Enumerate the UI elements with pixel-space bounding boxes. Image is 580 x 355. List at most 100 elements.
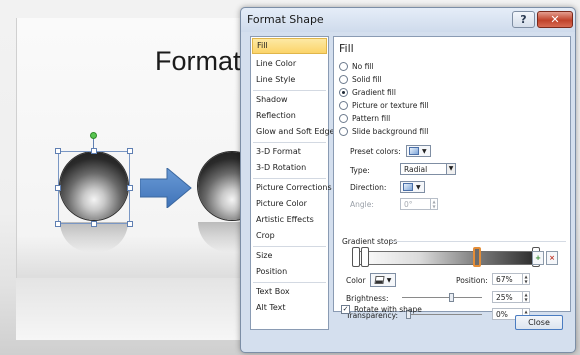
radio-button[interactable]	[339, 114, 348, 123]
radio-no-fill[interactable]: No fill	[339, 61, 373, 72]
nav-divider	[253, 142, 326, 143]
brightness-label: Brightness:	[346, 294, 389, 303]
resize-handle-bottom-right[interactable]	[127, 221, 133, 227]
nav-divider	[253, 282, 326, 283]
nav-item-picture-corrections[interactable]: Picture Corrections	[252, 180, 332, 196]
nav-divider	[253, 246, 326, 247]
radio-label: No fill	[352, 62, 374, 71]
chevron-down-icon: ▼	[422, 147, 427, 155]
resize-handle-bottom-left[interactable]	[55, 221, 61, 227]
radio-button-checked[interactable]	[339, 88, 348, 97]
brightness-value: 25%	[496, 293, 513, 302]
nav-divider	[253, 90, 326, 91]
selection-box	[58, 151, 130, 224]
radio-button[interactable]	[339, 101, 348, 110]
nav-item-artistic-effects[interactable]: Artistic Effects	[252, 212, 327, 228]
color-label: Color	[346, 276, 366, 285]
radio-label: Pattern fill	[352, 114, 391, 123]
type-select[interactable]: Radial ▼	[400, 163, 456, 175]
resize-handle-left[interactable]	[55, 185, 61, 191]
dialog-titlebar[interactable]: Format Shape ? ✕	[241, 8, 575, 32]
gradient-stop[interactable]	[361, 247, 370, 267]
nav-item-crop[interactable]: Crop	[252, 228, 327, 244]
type-value: Radial	[404, 165, 428, 174]
preset-colors-dropdown[interactable]: ▼	[406, 145, 431, 157]
chevron-down-icon: ▼	[386, 276, 392, 284]
position-label: Position:	[456, 276, 488, 285]
radio-button[interactable]	[339, 75, 348, 84]
radio-label: Gradient fill	[352, 88, 396, 97]
chevron-down-icon[interactable]: ▼	[446, 164, 455, 174]
resize-handle-top[interactable]	[91, 148, 97, 154]
radio-label: Picture or texture fill	[352, 101, 429, 110]
radio-slide-background-fill[interactable]: Slide background fill	[339, 126, 428, 137]
gradient-stop[interactable]	[352, 247, 360, 267]
resize-handle-bottom[interactable]	[91, 221, 97, 227]
window-close-button[interactable]: ✕	[537, 11, 573, 28]
nav-item-reflection[interactable]: Reflection	[252, 108, 327, 124]
spin-arrows-icon[interactable]: ▲▼	[430, 199, 437, 209]
radio-button[interactable]	[339, 127, 348, 136]
paint-bucket-icon	[374, 276, 385, 284]
nav-item-size[interactable]: Size	[252, 248, 327, 264]
gradient-stop-selected[interactable]	[473, 247, 482, 267]
slider-thumb[interactable]	[449, 293, 454, 302]
transparency-value: 0%	[496, 310, 508, 319]
direction-dropdown[interactable]: ▼	[400, 181, 425, 193]
category-list: Fill Line Color Line Style Shadow Reflec…	[250, 36, 339, 330]
radio-picture-texture-fill[interactable]: Picture or texture fill	[339, 100, 429, 111]
nav-item-glow-soft-edges[interactable]: Glow and Soft Edges	[252, 124, 339, 140]
help-button[interactable]: ?	[512, 11, 535, 28]
nav-item-3d-rotation[interactable]: 3-D Rotation	[252, 160, 327, 176]
section-divider	[390, 241, 566, 242]
rotate-with-shape-option[interactable]: ✓ Rotate with shape	[341, 305, 422, 314]
gradient-bar[interactable]	[354, 251, 538, 265]
spin-arrows-icon[interactable]: ▲▼	[522, 292, 529, 302]
angle-label: Angle:	[350, 200, 374, 209]
resize-handle-top-right[interactable]	[127, 148, 133, 154]
close-button[interactable]: Close	[515, 315, 563, 330]
nav-item-position[interactable]: Position	[252, 264, 327, 280]
angle-input[interactable]: 0° ▲ ▼	[400, 198, 438, 210]
spin-arrows-icon[interactable]: ▲▼	[522, 274, 529, 284]
gradient-swatch-icon	[403, 183, 413, 191]
format-shape-dialog: Format Shape ? ✕ Fill Line Color Line St…	[240, 7, 576, 353]
angle-value: 0°	[404, 200, 413, 209]
gradient-stops-heading: Gradient stops	[342, 237, 398, 246]
brightness-input[interactable]: 25% ▲ ▼	[492, 291, 530, 303]
preset-colors-label: Preset colors:	[350, 147, 401, 156]
nav-item-picture-color[interactable]: Picture Color	[252, 196, 327, 212]
nav-item-line-style[interactable]: Line Style	[252, 72, 327, 88]
rotate-with-shape-checkbox[interactable]: ✓	[341, 305, 350, 314]
rotation-handle[interactable]	[90, 132, 97, 139]
brightness-slider[interactable]	[402, 293, 482, 302]
pane-heading: Fill	[339, 42, 354, 55]
position-input[interactable]: 67% ▲ ▼	[492, 273, 530, 285]
radio-label: Solid fill	[352, 75, 382, 84]
resize-handle-right[interactable]	[127, 185, 133, 191]
gradient-swatch-icon	[409, 147, 419, 155]
position-value: 67%	[496, 275, 513, 284]
dialog-title: Format Shape	[247, 13, 324, 26]
radio-pattern-fill[interactable]: Pattern fill	[339, 113, 390, 124]
nav-item-line-color[interactable]: Line Color	[252, 56, 327, 72]
radio-gradient-fill[interactable]: Gradient fill	[339, 87, 396, 98]
nav-item-3d-format[interactable]: 3-D Format	[252, 144, 327, 160]
add-gradient-stop-button[interactable]: +	[532, 251, 544, 265]
remove-gradient-stop-button[interactable]: ×	[546, 251, 558, 265]
nav-item-shadow[interactable]: Shadow	[252, 92, 327, 108]
slider-track	[402, 297, 482, 298]
radio-label: Slide background fill	[352, 127, 429, 136]
radio-button[interactable]	[339, 62, 348, 71]
chevron-down-icon: ▼	[416, 183, 421, 191]
nav-item-fill[interactable]: Fill	[252, 38, 327, 54]
fill-pane: Fill No fill Solid fill Gradient fill Pi…	[333, 36, 571, 320]
stop-color-dropdown[interactable]: ▼	[370, 273, 396, 287]
resize-handle-top-left[interactable]	[55, 148, 61, 154]
nav-item-alt-text[interactable]: Alt Text	[252, 300, 327, 316]
radio-solid-fill[interactable]: Solid fill	[339, 74, 382, 85]
slider-track	[406, 314, 482, 315]
type-label: Type:	[350, 166, 370, 175]
nav-item-text-box[interactable]: Text Box	[252, 284, 327, 300]
right-arrow-shape[interactable]	[140, 168, 192, 208]
